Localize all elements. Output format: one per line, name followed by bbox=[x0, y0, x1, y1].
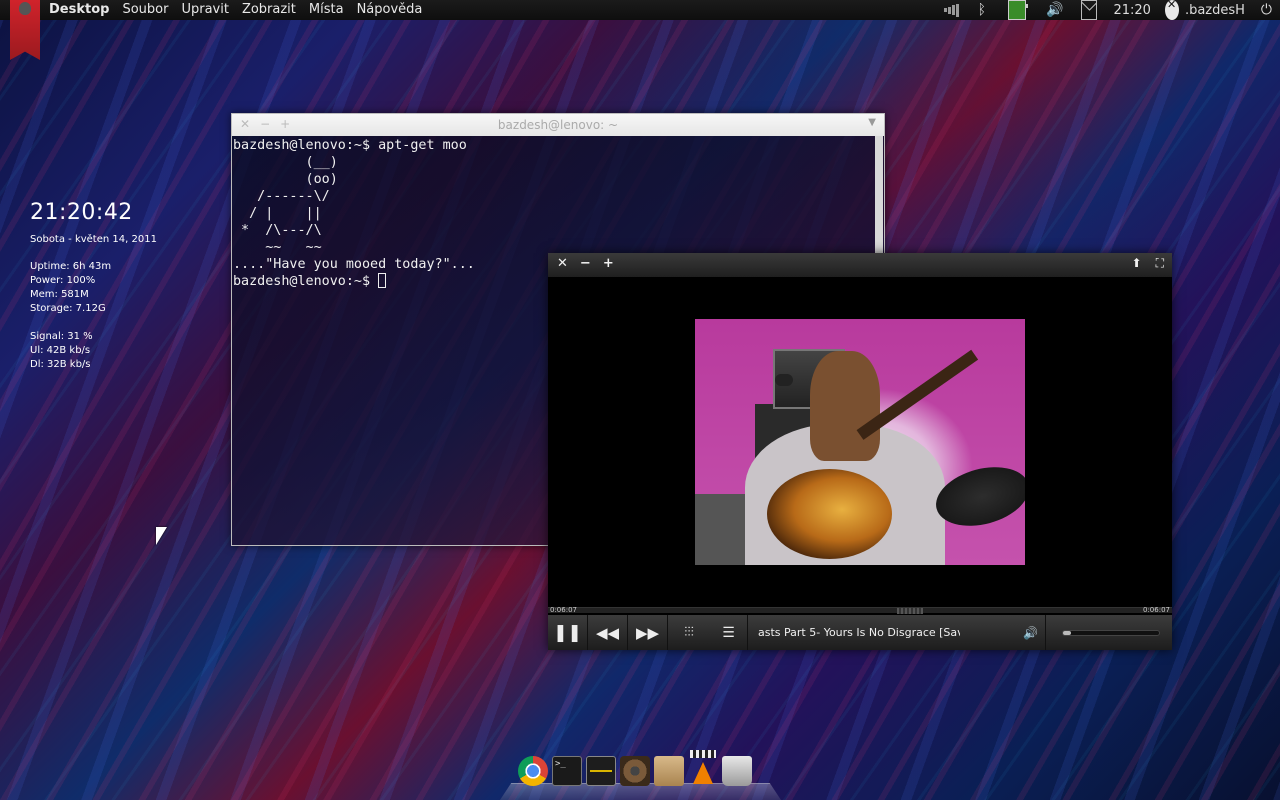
menu-napoveda[interactable]: Nápověda bbox=[357, 0, 423, 20]
close-icon[interactable]: ✕ bbox=[557, 256, 568, 271]
menu-bar: Desktop Soubor Upravit Zobrazit Místa Ná… bbox=[49, 0, 435, 20]
terminal-titlebar[interactable]: ✕ − + bazdesh@lenovo: ~ ▼ bbox=[232, 114, 884, 136]
upload-stat: Ul: 42B kb/s bbox=[30, 345, 91, 356]
system-tray: ᛒ 🔊 21:20 .bazdesH ⏻ bbox=[944, 0, 1280, 20]
rewind-icon: ◀◀ bbox=[595, 623, 620, 642]
player-titlebar[interactable]: ✕ − + ⬆ ⛶ bbox=[548, 253, 1172, 277]
terminal-line: (oo) bbox=[233, 172, 338, 187]
maximize-icon[interactable]: + bbox=[603, 256, 614, 271]
mute-button[interactable]: 🔊 bbox=[1016, 615, 1046, 650]
menu-soubor[interactable]: Soubor bbox=[122, 0, 168, 20]
time-row: 0:06:07 0:06:07 bbox=[548, 605, 1172, 615]
chrome-icon[interactable] bbox=[518, 756, 548, 786]
rhythmbox-icon[interactable] bbox=[620, 756, 650, 786]
chevron-down-icon[interactable]: ▼ bbox=[868, 117, 876, 128]
bluetooth-icon[interactable]: ᛒ bbox=[978, 0, 986, 20]
panel-clock[interactable]: 21:20 bbox=[1113, 0, 1150, 20]
fullscreen-icon[interactable]: ⛶ bbox=[1156, 256, 1164, 271]
top-panel: Desktop Soubor Upravit Zobrazit Místa Ná… bbox=[0, 0, 1280, 60]
system-monitor-icon[interactable] bbox=[586, 756, 616, 786]
mem-stat: Mem: 581M bbox=[30, 289, 89, 300]
widget-stats: Uptime: 6h 43m Power: 100% Mem: 581M Sto… bbox=[30, 260, 157, 372]
terminal-scrollbar[interactable] bbox=[875, 136, 883, 254]
video-frame bbox=[695, 319, 1025, 565]
terminal-title: bazdesh@lenovo: ~ bbox=[497, 118, 619, 132]
rewind-button[interactable]: ◀◀ bbox=[588, 615, 628, 650]
always-on-top-icon[interactable]: ⬆ bbox=[1132, 256, 1142, 271]
menu-desktop[interactable]: Desktop bbox=[49, 0, 109, 20]
pause-button[interactable]: ❚❚ bbox=[548, 615, 588, 650]
conky-widget: 21:20:42 Sobota - květen 14, 2011 Uptime… bbox=[30, 200, 157, 372]
video-area[interactable] bbox=[548, 277, 1172, 605]
widget-clock: 21:20:42 bbox=[30, 200, 133, 225]
equalizer-icon: ⫶⫶⫶ bbox=[684, 625, 694, 640]
playlist-button[interactable]: ☰ bbox=[710, 615, 748, 650]
terminal-line: / | || bbox=[233, 206, 322, 221]
archive-manager-icon[interactable] bbox=[654, 756, 684, 786]
uptime-stat: Uptime: 6h 43m bbox=[30, 261, 112, 272]
video-player-window[interactable]: ✕ − + ⬆ ⛶ 0:06:07 0:06:07 ❚❚ ◀◀ ▶▶ ⫶⫶⫶ ☰… bbox=[548, 253, 1172, 650]
minimize-icon[interactable]: − bbox=[580, 256, 591, 271]
apple-menu-bookmark[interactable] bbox=[10, 0, 40, 60]
maximize-icon[interactable]: + bbox=[280, 117, 290, 131]
playlist-icon: ☰ bbox=[722, 624, 735, 641]
minimize-icon[interactable]: − bbox=[260, 117, 270, 131]
total-time: 0:06:07 bbox=[1143, 606, 1170, 614]
close-icon[interactable]: ✕ bbox=[240, 117, 250, 131]
signal-stat: Signal: 31 % bbox=[30, 331, 93, 342]
dock: >_ bbox=[518, 750, 752, 786]
download-stat: Dl: 32B kb/s bbox=[30, 359, 91, 370]
menu-mista[interactable]: Místa bbox=[309, 0, 344, 20]
vlc-icon[interactable] bbox=[688, 750, 718, 786]
trash-icon[interactable] bbox=[722, 756, 752, 786]
user-status-icon[interactable] bbox=[1164, 0, 1179, 20]
terminal-line: * /\---/\ bbox=[233, 223, 322, 238]
equalizer-button[interactable]: ⫶⫶⫶ bbox=[670, 615, 708, 650]
volume-level bbox=[1063, 631, 1071, 635]
terminal-prompt: bazdesh@lenovo:~$ bbox=[233, 274, 379, 289]
signal-icon[interactable] bbox=[944, 0, 960, 20]
power-stat: Power: 100% bbox=[30, 275, 96, 286]
volume-slider[interactable] bbox=[1062, 630, 1160, 636]
menu-upravit[interactable]: Upravit bbox=[181, 0, 228, 20]
player-controls: ❚❚ ◀◀ ▶▶ ⫶⫶⫶ ☰ asts Part 5- Yours Is No … bbox=[548, 615, 1172, 650]
fast-forward-icon: ▶▶ bbox=[635, 623, 660, 642]
terminal-icon[interactable]: >_ bbox=[552, 756, 582, 786]
volume-icon: 🔊 bbox=[1023, 625, 1038, 640]
user-name[interactable]: .bazdesH bbox=[1185, 0, 1245, 20]
power-icon[interactable]: ⏻ bbox=[1261, 0, 1272, 20]
terminal-line: (__) bbox=[233, 155, 338, 170]
storage-stat: Storage: 7.12G bbox=[30, 303, 106, 314]
fast-forward-button[interactable]: ▶▶ bbox=[628, 615, 668, 650]
mail-icon[interactable] bbox=[1081, 0, 1098, 20]
elapsed-time: 0:06:07 bbox=[550, 606, 577, 614]
pause-icon: ❚❚ bbox=[553, 622, 582, 643]
mouse-pointer-icon bbox=[156, 527, 167, 545]
terminal-line: /------\/ bbox=[233, 189, 330, 204]
volume-icon[interactable]: 🔊 bbox=[1046, 0, 1063, 20]
terminal-line: bazdesh@lenovo:~$ apt-get moo bbox=[233, 138, 467, 153]
apple-icon bbox=[19, 2, 31, 15]
track-title: asts Part 5- Yours Is No Disgrace [Save bbox=[758, 626, 960, 639]
menu-zobrazit[interactable]: Zobrazit bbox=[242, 0, 296, 20]
terminal-cursor bbox=[378, 273, 387, 288]
battery-icon[interactable] bbox=[1008, 0, 1029, 20]
widget-date: Sobota - květen 14, 2011 bbox=[30, 234, 157, 245]
